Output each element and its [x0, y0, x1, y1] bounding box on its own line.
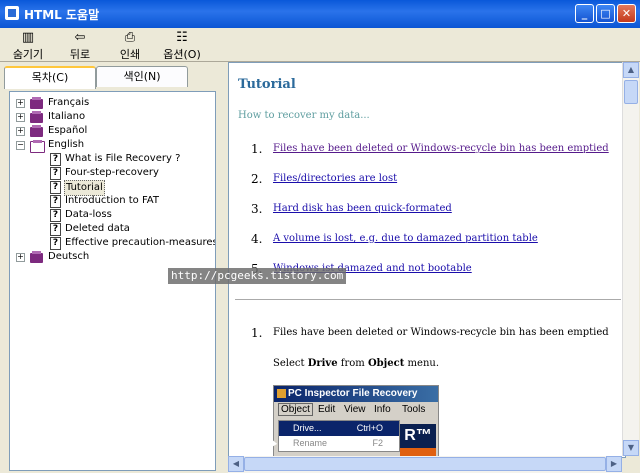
print-button[interactable]: ⎙ 인쇄 — [108, 30, 152, 62]
hide-button[interactable]: ▥ 숨기기 — [6, 30, 50, 62]
inner-dropdown: Drive... Ctrl+O Rename F2 — [278, 420, 400, 452]
title-bar: HTML 도움말 _ □ ✕ — [0, 0, 640, 28]
tab-index[interactable]: 색인(N) — [96, 66, 188, 87]
inner-menu-view: View — [344, 404, 366, 415]
help-page-icon: ? — [50, 181, 61, 194]
back-button[interactable]: ⇦ 뒤로 — [58, 30, 102, 62]
back-arrow-icon: ⇦ — [74, 30, 86, 45]
inner-menu-info: Info — [374, 404, 391, 415]
help-page-icon: ? — [50, 223, 61, 236]
tree-item-espanol[interactable]: Español — [48, 124, 87, 138]
tree-item-deutsch[interactable]: Deutsch — [48, 250, 89, 264]
expand-icon[interactable]: + — [16, 253, 25, 262]
help-page-icon: ? — [50, 167, 61, 180]
expand-icon[interactable]: + — [16, 127, 25, 136]
maximize-button[interactable]: □ — [596, 4, 615, 23]
help-page-icon: ? — [50, 237, 61, 250]
topic-link[interactable]: A volume is lost, e.g. due to damazed pa… — [273, 233, 538, 244]
print-label: 인쇄 — [119, 48, 141, 61]
inner-menu-rename: Rename F2 — [293, 438, 383, 448]
closed-book-icon — [30, 111, 43, 123]
embedded-screenshot: PC Inspector File Recovery Object Edit V… — [273, 385, 439, 457]
inner-menu-object: Object — [278, 403, 313, 416]
tree-item-deleted-data[interactable]: Deleted data — [65, 222, 130, 236]
vertical-scroll-thumb[interactable] — [624, 80, 638, 104]
help-app-icon — [5, 6, 19, 20]
inner-menu-edit: Edit — [318, 404, 336, 415]
hide-pane-icon: ▥ — [21, 30, 35, 45]
topic-link[interactable]: Files/directories are lost — [273, 173, 397, 184]
expand-icon[interactable]: + — [16, 113, 25, 122]
help-page-icon: ? — [50, 153, 61, 166]
instruction-text: Select Drive from Object menu. — [273, 358, 439, 369]
minimize-button[interactable]: _ — [575, 4, 594, 23]
tab-contents[interactable]: 목차(C) — [4, 66, 96, 89]
inner-title-bar: PC Inspector File Recovery — [274, 386, 438, 402]
topic-link[interactable]: Hard disk has been quick-formated — [273, 203, 452, 214]
closed-book-icon — [30, 251, 43, 263]
nav-tabs: 목차(C) 색인(N) — [4, 66, 222, 89]
inner-menu-tools: Tools — [402, 404, 426, 415]
hide-label: 숨기기 — [12, 48, 44, 61]
closed-book-icon — [30, 125, 43, 137]
help-page-icon: ? — [50, 195, 61, 208]
tree-item-english[interactable]: English — [48, 138, 84, 152]
scroll-down-icon[interactable]: ▼ — [623, 440, 639, 456]
watermark-text: http://pcgeeks.tistory.com — [168, 268, 347, 284]
horizontal-scrollbar[interactable]: ◀ ▶ — [228, 456, 622, 473]
close-button[interactable]: ✕ — [617, 4, 636, 23]
tree-item-effective-precaution-measures[interactable]: Effective precaution-measures — [65, 236, 215, 250]
topic-link[interactable]: Files have been deleted or Windows-recyc… — [273, 143, 609, 154]
options-label: 옵션(O) — [163, 48, 201, 61]
separator-line — [235, 299, 621, 300]
printer-icon: ⎙ — [124, 30, 136, 45]
help-page-icon: ? — [50, 209, 61, 222]
expand-icon[interactable]: + — [16, 99, 25, 108]
window-title: HTML 도움말 — [24, 8, 100, 22]
tree-item-data-loss[interactable]: Data-loss — [65, 208, 112, 222]
inner-menu-drive: Drive... Ctrl+O — [279, 421, 399, 436]
scroll-left-icon[interactable]: ◀ — [228, 456, 244, 472]
inner-logo: R™ — [400, 424, 436, 448]
tree-item-francais[interactable]: Français — [48, 96, 89, 110]
vertical-scrollbar[interactable]: ▲ ▼ — [622, 62, 639, 456]
back-label: 뒤로 — [69, 48, 91, 61]
toolbar: ▥ 숨기기 ⇦ 뒤로 ⎙ 인쇄 ☷ 옵션(O) — [0, 28, 640, 62]
open-book-icon — [30, 140, 45, 153]
tree-item-four-step-recovery[interactable]: Four-step-recovery — [65, 166, 159, 180]
tree-item-italiano[interactable]: Italiano — [48, 110, 85, 124]
page-title: Tutorial — [238, 77, 296, 92]
content-pane: Tutorial How to recover my data... 1. Fi… — [228, 62, 626, 458]
closed-book-icon — [30, 97, 43, 109]
tree-item-introduction-to-fat[interactable]: Introduction to FAT — [65, 194, 159, 208]
scroll-right-icon[interactable]: ▶ — [606, 456, 622, 472]
collapse-icon[interactable]: − — [16, 141, 25, 150]
horizontal-scroll-thumb[interactable] — [244, 457, 606, 471]
inner-menu-bar: Object Edit View Info Tools — [274, 402, 438, 419]
tree-item-what-is-file-recovery[interactable]: What is File Recovery ? — [65, 152, 180, 166]
page-subtitle: How to recover my data... — [238, 110, 370, 121]
scroll-up-icon[interactable]: ▲ — [623, 62, 639, 78]
options-button[interactable]: ☷ 옵션(O) — [160, 30, 204, 62]
options-icon: ☷ — [176, 30, 188, 45]
